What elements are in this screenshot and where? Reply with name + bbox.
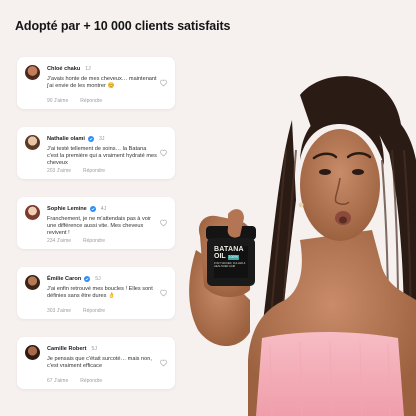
reply-link[interactable]: Répondre [80,378,102,384]
like-count[interactable]: 234 J'aime [47,238,71,244]
like-count[interactable]: 67 J'aime [47,378,68,384]
avatar [25,345,40,360]
like-count[interactable]: 203 J'aime [47,168,71,174]
heart-icon[interactable] [159,218,168,227]
review-time: 4J [100,206,107,212]
jar-label: BATANA OIL 100% FOR THICKER, FULLER & HE… [214,246,248,278]
verified-badge-icon [89,206,96,212]
like-count[interactable]: 303 J'aime [47,308,71,314]
reviewer-name: Nathalie olami [47,136,85,142]
reply-link[interactable]: Répondre [83,168,105,174]
review-card: Émilie Caron 5J J'ai enfin retrouvé mes … [17,267,175,319]
jar-brand-line1: BATANA [214,246,244,253]
jar-brand-line2: OIL [214,253,226,260]
review-text: Franchement, je ne m'attendais pas à voi… [47,216,151,236]
verified-badge-icon [84,276,91,282]
reply-link[interactable]: Répondre [80,98,102,104]
heart-icon[interactable] [159,78,168,87]
reviewer-name: Sophie Lemine [47,206,87,212]
review-text: J'avais honte de mes cheveux… maintenant… [47,76,157,89]
review-time: 5J [91,346,97,352]
heart-icon[interactable] [159,288,168,297]
reviewer-name: Chloé chaku [47,66,81,72]
avatar [25,135,40,150]
like-count[interactable]: 90 J'aime [47,98,68,104]
review-card: Nathalie olami 3J J'ai testé tellement d… [17,127,175,179]
review-time: 3J [98,136,105,142]
avatar [25,205,40,220]
reviewer-name: Émilie Caron [47,276,82,282]
review-text: Je pensais que c'était surcoté… mais non… [47,356,152,369]
avatar [25,65,40,80]
reply-link[interactable]: Répondre [83,308,105,314]
jar-tagline: FOR THICKER, FULLER & HEALTHIER HAIR [214,262,246,268]
review-card: Camille Robert 5J Je pensais que c'était… [17,337,175,389]
review-time: 5J [95,276,101,282]
review-text: J'ai testé tellement de soins… la Batana… [47,146,157,166]
heart-icon[interactable] [159,148,168,157]
heart-icon[interactable] [159,358,168,367]
page-title: Adopté par + 10 000 clients satisfaits [15,19,231,33]
review-text: J'ai enfin retrouvé mes boucles ! Elles … [47,286,153,299]
avatar [25,275,40,290]
review-card: Sophie Lemine 4J Franchement, je ne m'at… [17,197,175,249]
jar-badge: 100% [227,254,239,260]
reviewer-name: Camille Robert [47,346,87,352]
reply-link[interactable]: Répondre [83,238,105,244]
review-time: 1J [85,66,91,72]
review-card: Chloé chaku 1J J'avais honte de mes chev… [17,57,175,109]
verified-badge-icon [87,136,94,142]
